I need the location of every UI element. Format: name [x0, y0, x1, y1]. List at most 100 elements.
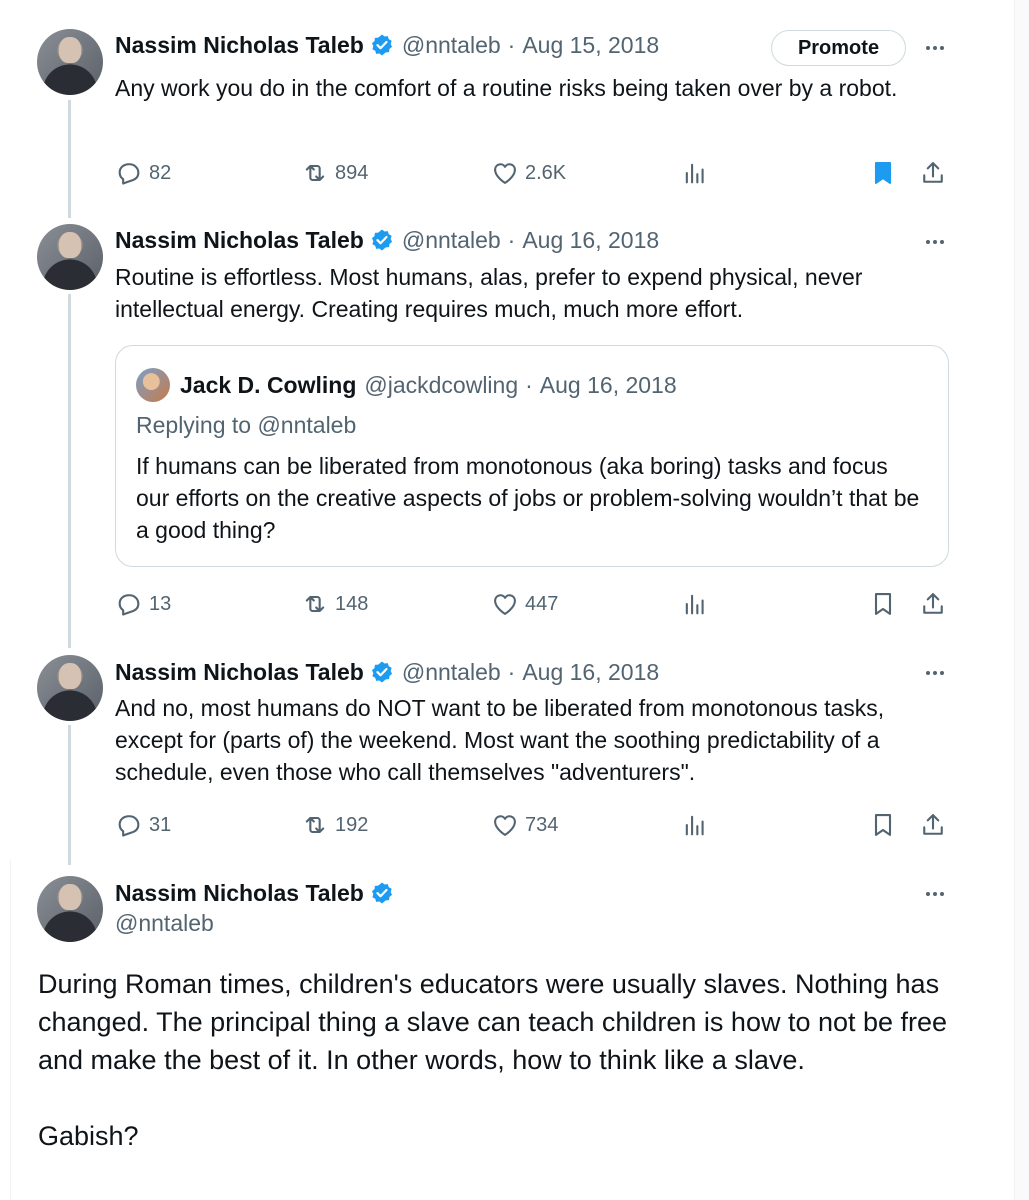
- separator: ·: [507, 226, 516, 253]
- thread-page: Nassim Nicholas Taleb @nntaleb · Aug 15,…: [0, 0, 1029, 1200]
- separator: ·: [507, 31, 516, 58]
- avatar[interactable]: [37, 655, 103, 721]
- tweet-header: Nassim Nicholas Taleb @nntaleb · Aug 15,…: [115, 29, 659, 61]
- author-name[interactable]: Nassim Nicholas Taleb: [115, 32, 364, 59]
- bookmark-icon: [874, 593, 892, 615]
- views-button[interactable]: [681, 810, 715, 840]
- author-handle[interactable]: @nntaleb: [115, 910, 214, 937]
- retweet-button[interactable]: 148: [301, 589, 368, 619]
- tweet-date[interactable]: Aug 16, 2018: [522, 659, 659, 686]
- tweet-date[interactable]: Aug 16, 2018: [522, 227, 659, 254]
- retweet-count: 894: [335, 161, 369, 184]
- promote-button[interactable]: Promote: [771, 30, 906, 66]
- like-count: 734: [525, 813, 559, 836]
- retweet-icon: [305, 595, 325, 613]
- reply-count: 31: [149, 813, 172, 836]
- quoted-author-handle[interactable]: @jackdcowling: [364, 372, 518, 399]
- tweet-text: And no, most humans do NOT want to be li…: [115, 695, 885, 785]
- tweet-text: Any work you do in the comfort of a rout…: [115, 75, 898, 101]
- share-icon: [923, 162, 943, 183]
- tweet-text: Routine is effortless. Most humans, alas…: [115, 264, 863, 322]
- reply-icon: [118, 594, 140, 616]
- author-handle[interactable]: @nntaleb: [402, 227, 501, 254]
- tweet-header: Nassim Nicholas Taleb @nntaleb · Aug 16,…: [115, 224, 659, 256]
- heart-icon: [494, 594, 516, 615]
- tweet-date[interactable]: Aug 15, 2018: [522, 32, 659, 59]
- verified-badge-icon: [371, 661, 392, 683]
- like-count: 447: [525, 592, 559, 615]
- share-button[interactable]: [919, 589, 953, 619]
- like-count: 2.6K: [525, 161, 567, 184]
- avatar[interactable]: [37, 224, 103, 290]
- avatar[interactable]: [37, 29, 103, 95]
- author-handle[interactable]: @nntaleb: [402, 659, 501, 686]
- views-button[interactable]: [681, 589, 715, 619]
- retweet-count: 192: [335, 813, 369, 836]
- heart-icon: [494, 163, 516, 184]
- main-tweet-header: Nassim Nicholas Taleb: [115, 877, 402, 909]
- quoted-avatar[interactable]: [136, 368, 170, 402]
- more-icon[interactable]: [920, 230, 950, 254]
- right-sidebar-edge: [1015, 0, 1029, 1200]
- reply-button[interactable]: 31: [115, 810, 171, 840]
- share-icon: [923, 593, 943, 614]
- more-icon[interactable]: [920, 661, 950, 685]
- share-icon: [923, 814, 943, 835]
- quoted-header: Jack D. Cowling @jackdcowling · Aug 16, …: [180, 368, 677, 402]
- thread-connector: [68, 294, 71, 648]
- bookmark-button[interactable]: [869, 810, 903, 840]
- share-button[interactable]: [919, 158, 953, 188]
- share-button[interactable]: [919, 810, 953, 840]
- reply-count: 82: [149, 161, 172, 184]
- tweet-header: Nassim Nicholas Taleb @nntaleb · Aug 16,…: [115, 656, 659, 688]
- author-name[interactable]: Nassim Nicholas Taleb: [115, 227, 364, 254]
- heart-icon: [494, 815, 516, 836]
- retweet-count: 148: [335, 592, 369, 615]
- author-name[interactable]: Nassim Nicholas Taleb: [115, 880, 364, 907]
- quoted-text: If humans can be liberated from monotono…: [136, 453, 920, 543]
- tweet-actions: 31 192 734: [115, 810, 950, 840]
- retweet-button[interactable]: 894: [301, 158, 368, 188]
- more-icon[interactable]: [920, 882, 950, 906]
- views-icon: [685, 815, 704, 836]
- retweet-icon: [305, 816, 325, 834]
- author-handle[interactable]: @nntaleb: [402, 32, 501, 59]
- like-button[interactable]: 734: [491, 810, 558, 840]
- thread-connector: [68, 725, 71, 865]
- views-icon: [685, 594, 704, 615]
- reply-icon: [118, 815, 140, 837]
- reply-button[interactable]: 13: [115, 589, 171, 619]
- bookmark-button[interactable]: [869, 158, 903, 188]
- separator: ·: [507, 658, 516, 685]
- like-button[interactable]: 2.6K: [491, 158, 566, 188]
- thread-connector: [68, 100, 71, 218]
- reply-icon: [118, 163, 140, 185]
- avatar[interactable]: [37, 876, 103, 942]
- main-tweet-paragraph: During Roman times, children's educators…: [38, 969, 948, 1075]
- views-icon: [685, 163, 704, 184]
- quoted-author-name[interactable]: Jack D. Cowling: [180, 372, 356, 399]
- retweet-button[interactable]: 192: [301, 810, 368, 840]
- bookmark-icon: [874, 162, 892, 184]
- replying-to: Replying to @nntaleb: [136, 412, 357, 438]
- verified-badge-icon: [371, 229, 392, 251]
- quoted-tweet[interactable]: Jack D. Cowling @jackdcowling · Aug 16, …: [115, 345, 949, 567]
- main-tweet-paragraph: Gabish?: [38, 1121, 139, 1151]
- reply-count: 13: [149, 592, 172, 615]
- verified-badge-icon: [371, 34, 392, 56]
- more-icon[interactable]: [920, 36, 950, 60]
- bookmark-icon: [874, 814, 892, 836]
- main-tweet-border: [10, 860, 11, 1200]
- views-button[interactable]: [681, 158, 715, 188]
- reply-button[interactable]: 82: [115, 158, 171, 188]
- separator: ·: [525, 371, 533, 398]
- tweet-actions: 82 894 2.6K: [115, 158, 950, 188]
- bookmark-button[interactable]: [869, 589, 903, 619]
- main-tweet-text: During Roman times, children's educators…: [38, 965, 958, 1193]
- like-button[interactable]: 447: [491, 589, 558, 619]
- retweet-icon: [305, 164, 325, 182]
- verified-badge-icon: [371, 882, 392, 904]
- author-name[interactable]: Nassim Nicholas Taleb: [115, 659, 364, 686]
- quoted-date[interactable]: Aug 16, 2018: [540, 372, 677, 399]
- tweet-actions: 13 148 447: [115, 589, 950, 619]
